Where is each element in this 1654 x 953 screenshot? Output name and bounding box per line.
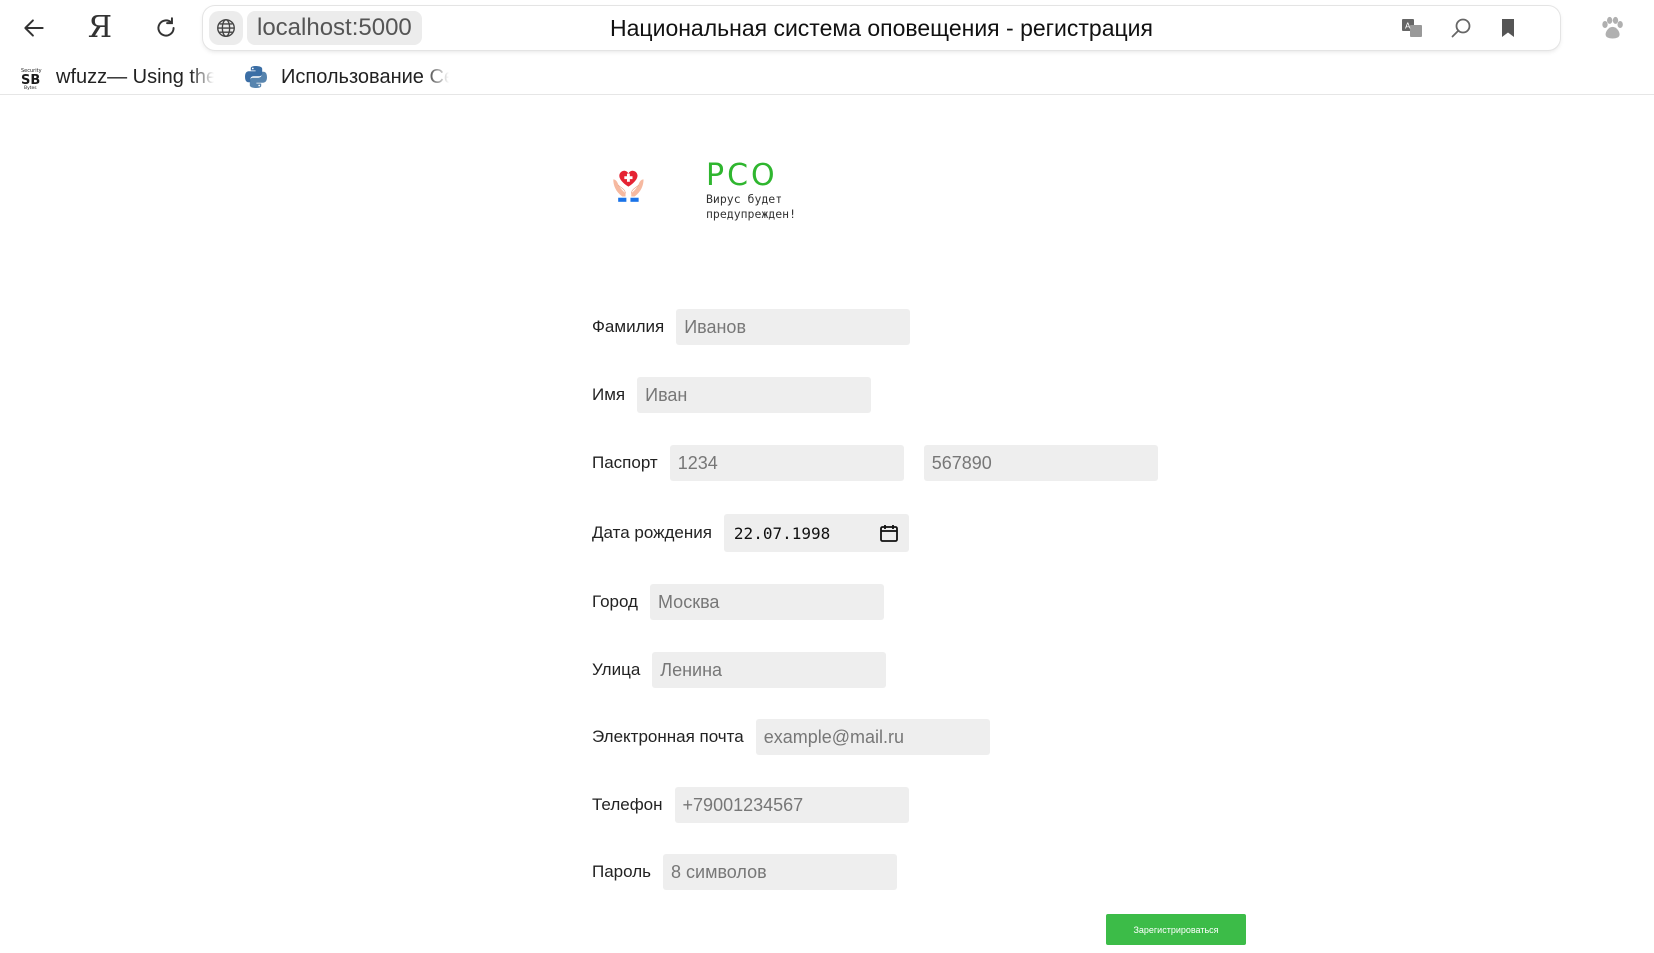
python-icon (243, 64, 269, 90)
address-bar[interactable]: localhost:5000 Национальная система опов… (203, 6, 1560, 50)
birth-date-input[interactable]: 22.07.1998 (723, 514, 909, 552)
street-row: Улица (592, 652, 887, 688)
yandex-icon: Я (87, 10, 113, 45)
svg-text:Bytes: Bytes (24, 85, 37, 90)
bookmark-icon (1502, 19, 1514, 37)
passport-series-input[interactable] (669, 445, 904, 481)
street-label: Улица (592, 660, 641, 679)
email-row: Электронная почта (592, 719, 990, 755)
logo-tagline: Вирус будет предупрежден! (706, 192, 797, 221)
search-page-button[interactable] (1447, 14, 1475, 42)
email-input[interactable] (755, 719, 990, 755)
surname-row: Фамилия (592, 309, 911, 345)
phone-input[interactable] (674, 787, 909, 823)
bookmarks-bar: Security SB Bytes wfuzz— Using the Использ… (0, 60, 1654, 94)
email-label: Электронная почта (592, 727, 744, 746)
birth-date-value: 22.07.1998 (733, 523, 831, 543)
logo-name: РСО (706, 158, 778, 193)
city-label: Город (592, 592, 638, 611)
globe-icon (217, 19, 235, 37)
browser-chrome: Я localhost:5000 Национальная система оп… (0, 0, 1654, 95)
svg-text:A: A (1405, 22, 1411, 31)
birth-date-row: Дата рождения 22.07.1998 (592, 513, 909, 553)
phone-label: Телефон (592, 795, 663, 814)
back-button[interactable] (14, 8, 54, 48)
passport-number-input[interactable] (923, 445, 1158, 481)
passport-row: Паспорт (592, 445, 1158, 481)
security-bytes-icon: Security SB Bytes (18, 64, 44, 90)
logo-icon (613, 170, 644, 202)
name-label: Имя (592, 385, 626, 404)
translate-icon: A (1402, 19, 1422, 37)
password-row: Пароль (592, 854, 897, 890)
password-input[interactable] (663, 854, 897, 890)
extension-button[interactable] (1594, 10, 1630, 46)
reload-button[interactable] (146, 8, 186, 48)
street-input[interactable] (652, 652, 887, 688)
back-arrow-icon (24, 19, 44, 37)
register-button[interactable]: Зарегистрироваться (1106, 914, 1246, 945)
passport-label: Паспорт (592, 453, 658, 472)
phone-row: Телефон (592, 787, 909, 823)
name-input[interactable] (637, 377, 872, 413)
city-row: Город (592, 584, 884, 620)
name-row: Имя (592, 377, 872, 413)
search-icon (1451, 18, 1471, 38)
calendar-icon[interactable] (879, 523, 899, 543)
paw-icon (1602, 16, 1623, 39)
birth-date-label: Дата рождения (592, 523, 712, 542)
bookmark-item-wfuzz[interactable]: Security SB Bytes wfuzz— Using the (18, 62, 214, 92)
bookmark-button[interactable] (1494, 14, 1522, 42)
site-info-button[interactable] (209, 11, 243, 45)
city-input[interactable] (649, 584, 884, 620)
translate-button[interactable]: A (1398, 14, 1426, 42)
reload-icon (157, 17, 175, 37)
surname-input[interactable] (676, 309, 911, 345)
password-label: Пароль (592, 862, 651, 881)
bookmark-item-python[interactable]: Использование Ce (243, 62, 449, 92)
yandex-button[interactable]: Я (80, 8, 120, 48)
bookmark-label: wfuzz— Using the (56, 65, 214, 88)
url-text[interactable]: localhost:5000 (247, 11, 422, 45)
bookmark-label: Использование Ce (281, 65, 449, 88)
surname-label: Фамилия (592, 317, 665, 336)
